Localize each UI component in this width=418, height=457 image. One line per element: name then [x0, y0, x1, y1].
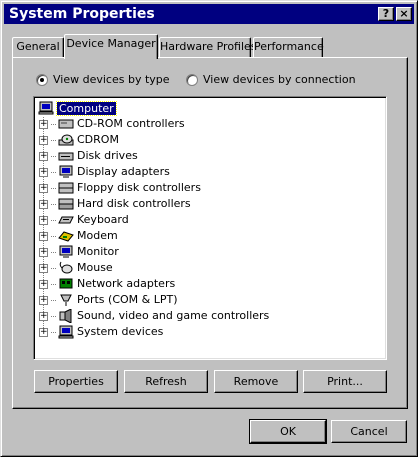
- expand-icon[interactable]: +: [39, 215, 48, 225]
- tree-item-ports[interactable]: + Ports (COM & LPT): [38, 292, 178, 308]
- view-by-connection-label: View devices by connection: [203, 73, 356, 86]
- floppy-controller-icon: [58, 182, 74, 194]
- expand-icon[interactable]: +: [39, 167, 48, 177]
- window-title: System Properties: [9, 6, 155, 22]
- tree-item-label: CD-ROM controllers: [77, 117, 185, 130]
- display-adapter-icon: [59, 165, 73, 178]
- system-devices-icon: [58, 325, 74, 339]
- disk-drive-icon: [58, 152, 74, 161]
- tree-item-cdrom-controllers[interactable]: + CD-ROM controllers: [38, 116, 185, 132]
- tree-item-label: Disk drives: [77, 149, 138, 162]
- tree-item-label: Keyboard: [77, 213, 129, 226]
- tree-item-display-adapters[interactable]: + Display adapters: [38, 164, 170, 180]
- tree-item-label: Network adapters: [77, 277, 176, 290]
- tree-item-label: Sound, video and game controllers: [77, 309, 270, 322]
- sound-icon: [59, 309, 72, 323]
- tree-item-label: Display adapters: [77, 165, 170, 178]
- tree-item-disk-drives[interactable]: + Disk drives: [38, 148, 138, 164]
- tab-hardware-profiles[interactable]: Hardware Profiles: [159, 37, 257, 57]
- title-bar[interactable]: System Properties ? ×: [4, 4, 414, 24]
- ok-button[interactable]: OK: [250, 420, 326, 443]
- help-button[interactable]: ?: [378, 7, 394, 21]
- port-icon: [60, 294, 72, 306]
- tree-item-label: Hard disk controllers: [77, 197, 191, 210]
- view-by-type-option[interactable]: View devices by type: [36, 73, 170, 86]
- tree-item-monitor[interactable]: + Monitor: [38, 244, 119, 260]
- tree-item-network-adapters[interactable]: + Network adapters: [38, 276, 175, 292]
- expand-icon[interactable]: +: [39, 311, 48, 321]
- tree-item-label: CDROM: [77, 133, 119, 146]
- network-adapter-icon: [59, 278, 73, 289]
- computer-icon: [38, 101, 54, 115]
- tree-item-label: System devices: [77, 325, 164, 338]
- expand-icon[interactable]: +: [39, 327, 48, 337]
- tree-root-label: Computer: [56, 100, 117, 116]
- tree-item-sound-video-game[interactable]: + Sound, video and game controllers: [38, 308, 269, 324]
- expand-icon[interactable]: +: [39, 135, 48, 145]
- tree-root-computer[interactable]: Computer: [38, 100, 117, 116]
- system-properties-window: System Properties ? × General Device Man…: [0, 0, 418, 457]
- tree-item-keyboard[interactable]: + Keyboard: [38, 212, 129, 228]
- tree-item-label: Floppy disk controllers: [77, 181, 201, 194]
- tree-item-label: Mouse: [77, 261, 113, 274]
- expand-icon[interactable]: +: [39, 199, 48, 209]
- tree-item-label: Modem: [77, 229, 118, 242]
- cdrom-controller-icon: [58, 119, 74, 129]
- expand-icon[interactable]: +: [39, 119, 48, 129]
- tab-performance[interactable]: Performance: [253, 37, 324, 57]
- device-tree[interactable]: Computer + CD-ROM controllers + CDROM + …: [33, 96, 387, 360]
- keyboard-icon: [58, 216, 74, 224]
- modem-icon: [58, 231, 74, 242]
- expand-icon[interactable]: +: [39, 295, 48, 305]
- tree-item-label: Ports (COM & LPT): [77, 293, 178, 306]
- monitor-icon: [59, 245, 73, 258]
- tree-item-floppy-disk-controllers[interactable]: + Floppy disk controllers: [38, 180, 201, 196]
- expand-icon[interactable]: +: [39, 247, 48, 257]
- view-by-type-radio[interactable]: [36, 73, 48, 86]
- mouse-icon: [59, 261, 73, 274]
- expand-icon[interactable]: +: [39, 263, 48, 273]
- expand-icon[interactable]: +: [39, 231, 48, 241]
- remove-button[interactable]: Remove: [214, 370, 298, 393]
- cdrom-icon: [58, 134, 74, 146]
- refresh-button[interactable]: Refresh: [124, 370, 208, 393]
- tree-item-mouse[interactable]: + Mouse: [38, 260, 113, 276]
- expand-icon[interactable]: +: [39, 279, 48, 289]
- tree-item-modem[interactable]: + Modem: [38, 228, 118, 244]
- hard-disk-controller-icon: [58, 198, 74, 210]
- view-by-connection-option[interactable]: View devices by connection: [186, 73, 356, 86]
- tree-item-label: Monitor: [77, 245, 119, 258]
- close-button[interactable]: ×: [396, 7, 412, 21]
- expand-icon[interactable]: +: [39, 183, 48, 193]
- view-by-connection-radio[interactable]: [186, 73, 198, 86]
- expand-icon[interactable]: +: [39, 151, 48, 161]
- tree-item-cdrom[interactable]: + CDROM: [38, 132, 119, 148]
- tree-item-system-devices[interactable]: + System devices: [38, 324, 163, 340]
- tab-general[interactable]: General: [12, 37, 64, 57]
- tree-item-hard-disk-controllers[interactable]: + Hard disk controllers: [38, 196, 191, 212]
- properties-button[interactable]: Properties: [34, 370, 118, 393]
- view-by-type-label: View devices by type: [53, 73, 170, 86]
- cancel-button[interactable]: Cancel: [331, 420, 407, 443]
- print-button[interactable]: Print...: [303, 370, 387, 393]
- tab-device-manager[interactable]: Device Manager: [64, 34, 158, 59]
